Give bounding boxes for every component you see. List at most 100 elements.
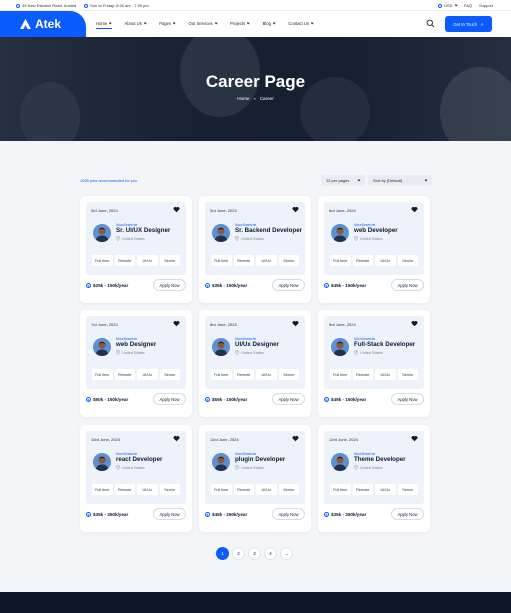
- per-page-select[interactable]: 12 per pages: [321, 175, 365, 186]
- job-card: 6rd June, 2024 MoceDesetche web Develope…: [318, 196, 430, 303]
- nav-projects[interactable]: Projects: [230, 21, 251, 26]
- chevron-down-icon: [172, 21, 176, 25]
- chevron-down-icon: [143, 21, 147, 25]
- job-card: 12rd June, 2024 MoceDesetche Theme Devel…: [318, 425, 430, 532]
- person-icon: [333, 227, 347, 242]
- nav-home[interactable]: Home: [96, 21, 113, 29]
- nav-pages[interactable]: Pages: [159, 21, 176, 26]
- apply-now-button[interactable]: Apply Now: [391, 508, 424, 520]
- nav-label: Home: [96, 21, 108, 26]
- dollar-icon: $: [86, 397, 91, 402]
- job-title[interactable]: UI/Ux Designer: [235, 341, 279, 348]
- heart-icon[interactable]: [173, 435, 180, 442]
- nav-blog[interactable]: Blog: [263, 21, 276, 26]
- person-icon: [95, 456, 109, 471]
- salary-text: $35k - 350k/year: [93, 512, 129, 517]
- job-salary: $ $45k - 150k/year: [324, 397, 366, 402]
- job-card: 3rd June, 2024 MoceDesetche Sr. Backend …: [199, 196, 311, 303]
- job-tag: UI/Ux: [375, 255, 396, 266]
- heart-icon[interactable]: [292, 435, 299, 442]
- page-4-button[interactable]: 4: [264, 547, 277, 560]
- next-page-button[interactable]: →: [280, 547, 293, 560]
- heart-icon[interactable]: [411, 320, 418, 327]
- job-card: 9rd June, 2024 MoceDesetche Full-Stack D…: [318, 310, 430, 417]
- currency-label: USD: [444, 3, 453, 8]
- apply-now-button[interactable]: Apply Now: [153, 508, 186, 520]
- job-tag: Full time: [211, 369, 232, 380]
- job-title[interactable]: react Developer: [116, 456, 162, 463]
- job-date: 9rd June, 2024: [329, 322, 356, 327]
- nav-services[interactable]: Our Services: [188, 21, 218, 26]
- footer: [0, 592, 511, 613]
- job-salary: $ $35k - 350k/year: [86, 512, 128, 517]
- apply-now-button[interactable]: Apply Now: [272, 393, 305, 405]
- sort-select[interactable]: Sort by (Default): [368, 175, 432, 186]
- dollar-icon: $: [324, 512, 329, 517]
- chevron-down-icon: [424, 178, 428, 182]
- chevron-down-icon: [357, 178, 361, 182]
- chevron-down-icon: [214, 21, 218, 25]
- page-1-button[interactable]: 1: [216, 547, 229, 560]
- address-text: 45 New Eskaton Road, Austria: [22, 3, 77, 8]
- job-tag: Full time: [92, 255, 113, 266]
- job-title[interactable]: Full-Stack Developer: [354, 341, 415, 348]
- currency-select[interactable]: USD: [438, 3, 458, 8]
- salary-text: $25k - 150k/year: [93, 283, 129, 288]
- heart-icon[interactable]: [173, 206, 180, 213]
- avatar: [331, 453, 349, 471]
- apply-now-button[interactable]: Apply Now: [153, 279, 186, 291]
- nav-contact[interactable]: Contact Us: [288, 21, 314, 26]
- job-tag: Full time: [330, 369, 351, 380]
- location-text: United States: [122, 236, 145, 241]
- faq-link[interactable]: FAQ: [464, 3, 472, 8]
- page-3-button[interactable]: 3: [248, 547, 261, 560]
- map-pin-icon: [235, 350, 239, 355]
- location-text: United States: [241, 236, 264, 241]
- apply-now-button[interactable]: Apply Now: [272, 508, 305, 520]
- job-title[interactable]: Sr. Backend Developer: [235, 227, 302, 234]
- heart-icon[interactable]: [411, 206, 418, 213]
- logo[interactable]: Atek: [0, 11, 86, 37]
- apply-now-button[interactable]: Apply Now: [272, 279, 305, 291]
- search-icon[interactable]: [426, 19, 435, 28]
- heart-icon[interactable]: [173, 320, 180, 327]
- support-link[interactable]: Support: [479, 3, 493, 8]
- job-location: United States: [354, 350, 383, 355]
- dollar-icon: $: [324, 397, 329, 402]
- breadcrumb-home[interactable]: Home: [237, 96, 249, 101]
- breadcrumb-separator: »: [253, 96, 256, 101]
- dollar-icon: $: [205, 512, 210, 517]
- heart-icon[interactable]: [411, 435, 418, 442]
- job-title[interactable]: Sr. UI/UX Designer: [116, 227, 170, 234]
- heart-icon[interactable]: [292, 320, 299, 327]
- job-title[interactable]: plugin Developer: [235, 456, 285, 463]
- person-icon: [214, 227, 228, 242]
- page-2-button[interactable]: 2: [232, 547, 245, 560]
- apply-now-button[interactable]: Apply Now: [391, 279, 424, 291]
- hours-text: Sun to Friday: 8.00 am - 7.00 pm: [90, 3, 149, 8]
- nav-about[interactable]: About Us: [125, 21, 147, 26]
- job-tag: Senior: [278, 484, 299, 495]
- job-date: 8rd June, 2024: [210, 322, 237, 327]
- job-tag: Full time: [211, 484, 232, 495]
- salary-text: $45k - 150k/year: [331, 397, 367, 402]
- job-location: United States: [116, 350, 145, 355]
- apply-now-button[interactable]: Apply Now: [153, 393, 186, 405]
- map-pin-icon: [354, 465, 358, 470]
- salary-text: $50k - 150k/year: [93, 397, 129, 402]
- job-title[interactable]: web Developer: [354, 227, 398, 234]
- job-salary: $ $50k - 150k/year: [86, 397, 128, 402]
- map-pin-icon: [235, 465, 239, 470]
- job-tag: Remote: [233, 369, 254, 380]
- main-header: Atek Home About Us Pages Our Services Pr…: [0, 11, 511, 37]
- chevron-down-icon: [310, 21, 314, 25]
- job-tag: Full time: [211, 255, 232, 266]
- get-in-touch-button[interactable]: Get In Touch ↗: [445, 16, 492, 32]
- avatar: [331, 338, 349, 356]
- job-title[interactable]: web Designer: [116, 341, 156, 348]
- job-title[interactable]: Theme Developer: [354, 456, 406, 463]
- apply-now-button[interactable]: Apply Now: [391, 393, 424, 405]
- location-text: United States: [360, 465, 383, 470]
- clock-icon: [84, 3, 89, 8]
- heart-icon[interactable]: [292, 206, 299, 213]
